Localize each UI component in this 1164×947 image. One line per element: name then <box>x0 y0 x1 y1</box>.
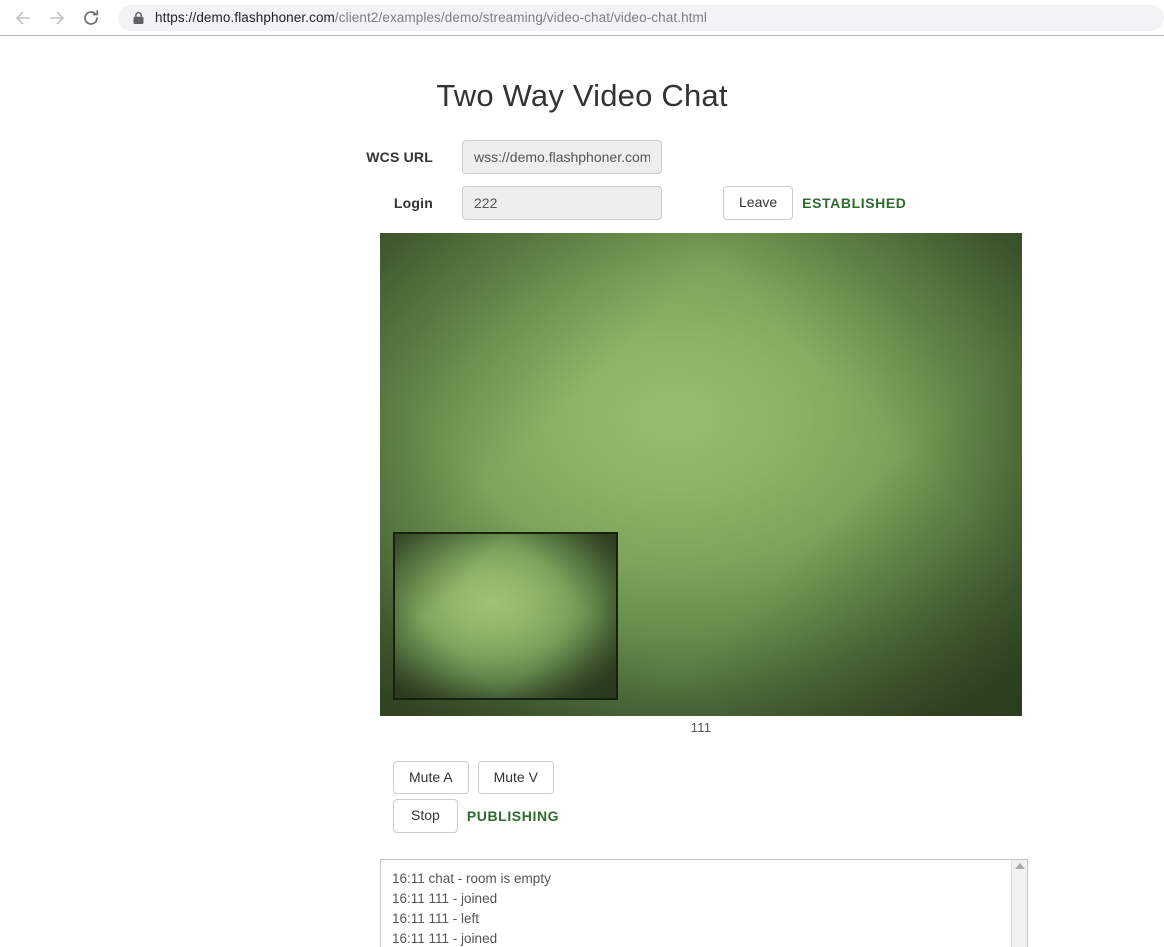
wcs-url-input[interactable] <box>462 140 662 174</box>
connection-status-group: Leave ESTABLISHED <box>723 186 907 220</box>
publish-controls-row: Stop PUBLISHING <box>393 799 1164 833</box>
back-button[interactable] <box>6 1 40 35</box>
log-line: 16:11 111 - left <box>392 910 480 926</box>
chat-log-body: 16:11 chat - room is empty 16:11 111 - j… <box>381 860 1011 947</box>
address-bar[interactable]: https://demo.flashphoner.com/client2/exa… <box>118 4 1164 31</box>
connection-status-badge: ESTABLISHED <box>802 194 907 211</box>
video-area: 111 <box>380 233 1022 735</box>
chat-log[interactable]: 16:11 chat - room is empty 16:11 111 - j… <box>380 858 1028 947</box>
wcs-url-label: WCS URL <box>366 149 433 165</box>
wcs-url-row: WCS URL <box>0 140 1164 174</box>
login-row: Login Leave ESTABLISHED <box>0 186 1164 220</box>
address-bar-text: https://demo.flashphoner.com/client2/exa… <box>155 10 707 25</box>
mute-audio-button[interactable]: Mute A <box>393 761 469 795</box>
forward-button[interactable] <box>40 1 74 35</box>
stop-button[interactable]: Stop <box>393 799 458 833</box>
url-domain: https://demo.flashphoner.com <box>155 10 335 25</box>
arrow-left-icon <box>13 8 33 28</box>
reload-icon <box>81 8 101 28</box>
browser-toolbar: https://demo.flashphoner.com/client2/exa… <box>0 0 1164 36</box>
login-input[interactable] <box>462 186 662 220</box>
page-title: Two Way Video Chat <box>436 78 728 113</box>
chat-log-scrollbar[interactable] <box>1011 859 1027 947</box>
reload-button[interactable] <box>74 1 108 35</box>
page-content: Two Way Video Chat WCS URL Login Leave E… <box>0 36 1164 947</box>
leave-button[interactable]: Leave <box>723 186 794 220</box>
mute-controls-row: Mute A Mute V <box>393 761 1164 795</box>
remote-video[interactable] <box>380 233 1022 716</box>
connection-form: WCS URL Login Leave ESTABLISHED <box>0 140 1164 220</box>
stream-controls: Mute A Mute V Stop PUBLISHING <box>393 761 1164 833</box>
local-video-preview[interactable] <box>393 532 618 700</box>
arrow-right-icon <box>47 8 67 28</box>
lock-icon <box>132 11 145 25</box>
log-line: 16:11 111 - joined <box>392 930 498 946</box>
url-path: /client2/examples/demo/streaming/video-c… <box>334 10 707 25</box>
publish-status-badge: PUBLISHING <box>466 808 560 825</box>
mute-video-button[interactable]: Mute V <box>477 761 554 795</box>
remote-video-caption: 111 <box>690 720 712 735</box>
log-line: 16:11 111 - joined <box>392 890 498 906</box>
log-line: 16:11 chat - room is empty <box>392 870 551 886</box>
login-label: Login <box>393 195 433 211</box>
triangle-up-icon[interactable] <box>1014 862 1025 869</box>
